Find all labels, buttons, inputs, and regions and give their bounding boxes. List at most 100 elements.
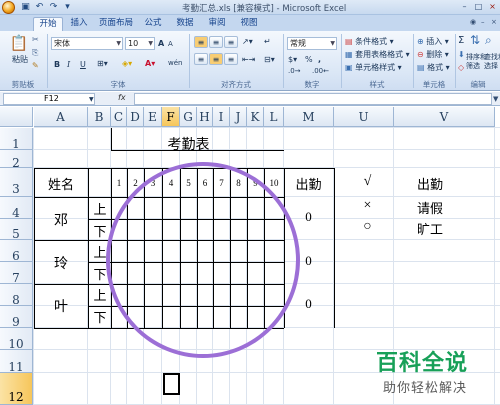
delete-label: 删除 (426, 50, 443, 59)
row-header-4[interactable]: 4 (0, 197, 33, 220)
row-header-12[interactable]: 12 (0, 373, 33, 405)
currency-icon[interactable]: $▾ (288, 54, 297, 65)
column-header-d[interactable]: D (127, 107, 144, 127)
font-color-icon[interactable]: A▾ (145, 58, 155, 69)
decrease-decimal-icon[interactable]: .00← (312, 66, 329, 77)
cell-styles-button[interactable]: ▣ 单元格样式 ▾ (345, 62, 402, 73)
align-center-icon[interactable]: ≡ (209, 53, 223, 65)
merge-center-icon[interactable]: ⊟▾ (264, 54, 275, 65)
tab-view[interactable]: 视图 (236, 17, 262, 31)
tab-page-layout[interactable]: 页面布局 (96, 17, 136, 31)
column-header-i[interactable]: I (213, 107, 230, 127)
column-header-h[interactable]: H (197, 107, 213, 127)
font-name-combo[interactable]: 宋体 ▼ (51, 37, 123, 50)
paste-icon[interactable]: 📋 (9, 35, 29, 51)
column-header-e[interactable]: E (144, 107, 162, 127)
ribbon-tabs: 开始 插入 页面布局 公式 数据 审阅 视图 ◉ – × (0, 15, 500, 31)
format-painter-icon[interactable]: ✎ (32, 60, 39, 71)
underline-button[interactable]: U (80, 59, 86, 70)
border-icon[interactable]: ⊞▾ (97, 58, 108, 69)
insert-button[interactable]: ⊕ 插入 ▾ (417, 36, 449, 47)
expand-formula-bar-icon[interactable]: ▼ (493, 95, 498, 103)
conditional-format-button[interactable]: ▤ 条件格式 ▾ (345, 36, 394, 47)
ribbon-minimize-icon[interactable]: – (481, 18, 485, 26)
fill-icon[interactable]: ⬇ (458, 49, 465, 60)
row-header-6[interactable]: 6 (0, 240, 33, 263)
row-header-7[interactable]: 7 (0, 262, 33, 285)
format-button[interactable]: ▤ 格式 ▾ (417, 62, 450, 73)
bold-button[interactable]: B (54, 59, 60, 70)
tab-insert[interactable]: 插入 (66, 17, 92, 31)
shrink-font-icon[interactable]: A (168, 39, 173, 50)
align-left-icon[interactable]: ≡ (194, 53, 208, 65)
formula-input[interactable] (134, 93, 492, 105)
save-icon[interactable]: ▣ (20, 2, 31, 13)
align-bottom-icon[interactable]: ≡ (224, 36, 238, 48)
office-button[interactable] (2, 1, 15, 14)
column-header-c[interactable]: C (111, 107, 127, 127)
column-header-k[interactable]: K (247, 107, 264, 127)
tab-home[interactable]: 开始 (33, 17, 63, 31)
column-header-a[interactable]: A (34, 107, 88, 127)
row-header-8[interactable]: 8 (0, 284, 33, 307)
close-button[interactable]: × (486, 1, 499, 13)
tab-formulas[interactable]: 公式 (140, 17, 166, 31)
help-icon[interactable]: ◉ (470, 18, 476, 26)
paste-label[interactable]: 粘贴 (12, 54, 28, 65)
undo-icon[interactable]: ↶ (34, 2, 45, 13)
name-box[interactable]: F12 (3, 93, 95, 105)
increase-decimal-icon[interactable]: .0→ (288, 66, 301, 77)
morning-label: 上 (93, 288, 107, 303)
row-header-1[interactable]: 1 (0, 128, 33, 151)
grow-font-icon[interactable]: A (158, 38, 164, 49)
row-header-3[interactable]: 3 (0, 168, 33, 197)
format-as-table-button[interactable]: ▦ 套用表格格式 ▾ (345, 49, 410, 60)
cut-icon[interactable]: ✂ (32, 34, 39, 45)
delete-button[interactable]: ⊖ 删除 ▾ (417, 49, 449, 60)
italic-button[interactable]: I (67, 59, 70, 70)
number-format-combo[interactable]: 常规 ▼ (287, 37, 337, 50)
row-header-9[interactable]: 9 (0, 306, 33, 329)
column-header-m[interactable]: M (284, 107, 334, 127)
customize-quick-access-icon[interactable]: ▾ (62, 2, 73, 13)
clear-icon[interactable]: ◇ (458, 62, 464, 73)
column-header-g[interactable]: G (180, 107, 197, 127)
active-cell-cursor[interactable] (163, 373, 180, 395)
tab-data[interactable]: 数据 (172, 17, 198, 31)
column-header-j[interactable]: J (230, 107, 247, 127)
tab-review[interactable]: 审阅 (204, 17, 230, 31)
find-select-icon[interactable]: ⌕ (485, 34, 492, 46)
name-box-dropdown-icon[interactable]: ▼ (89, 94, 94, 105)
font-size-combo[interactable]: 10 ▼ (125, 37, 155, 50)
maximize-button[interactable]: □ (472, 1, 485, 13)
row-header-10[interactable]: 10 (0, 328, 33, 351)
autosum-icon[interactable]: Σ (458, 35, 464, 46)
row-header-11[interactable]: 11 (0, 350, 33, 374)
sort-filter-icon[interactable]: ⇅ (470, 34, 480, 46)
column-header-u[interactable]: U (334, 107, 394, 127)
align-middle-icon[interactable]: ≡ (209, 36, 223, 48)
align-right-icon[interactable]: ≡ (224, 53, 238, 65)
minimize-button[interactable]: – (458, 1, 471, 13)
column-header-v[interactable]: V (394, 107, 495, 127)
number-group-label: 数字 (304, 80, 320, 89)
column-header-l[interactable]: L (264, 107, 284, 127)
row-header-2[interactable]: 2 (0, 150, 33, 170)
row-header-5[interactable]: 5 (0, 219, 33, 241)
insert-function-icon[interactable]: fx (118, 93, 126, 102)
wrap-text-icon[interactable]: ↵ (264, 36, 271, 47)
redo-icon[interactable]: ↷ (48, 2, 59, 13)
ribbon-close-icon[interactable]: × (491, 18, 497, 26)
comma-icon[interactable]: , (318, 54, 321, 65)
percent-icon[interactable]: % (305, 54, 313, 65)
text-orientation-icon[interactable]: ↗▾ (242, 36, 253, 47)
copy-icon[interactable]: ⎘ (32, 47, 38, 58)
column-header-f[interactable]: F (162, 107, 180, 127)
align-top-icon[interactable]: ≡ (194, 36, 208, 48)
column-header-b[interactable]: B (88, 107, 111, 127)
find-select-label[interactable]: 查找和 选择 (484, 53, 500, 71)
phonetic-icon[interactable]: wén (168, 58, 182, 69)
select-all-corner[interactable] (0, 107, 33, 127)
indent-icon[interactable]: ⇤⇥ (242, 54, 255, 65)
fill-color-icon[interactable]: ◈▾ (122, 58, 132, 69)
